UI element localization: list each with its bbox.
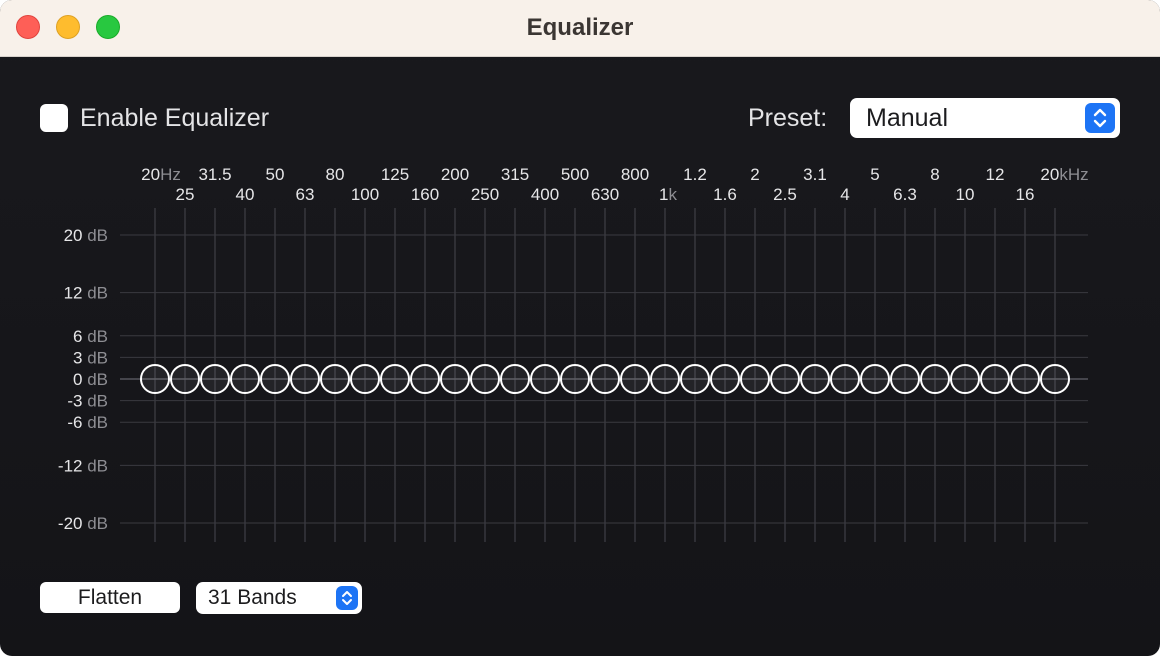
flatten-button[interactable]: Flatten — [40, 582, 180, 613]
frequency-label: 630 — [591, 185, 619, 204]
band-slider-handle[interactable] — [350, 364, 380, 394]
equalizer-graph: 20 dB 12 dB 6 dB 3 dB 0 dB -3 dB -6 dB -12 dB -2… — [58, 165, 1089, 542]
band-slider-handle[interactable] — [890, 364, 920, 394]
frequency-label: 16 — [1016, 185, 1035, 204]
band-slider-handle[interactable] — [260, 364, 290, 394]
band-slider-handle[interactable] — [620, 364, 650, 394]
band-slider-handle[interactable] — [320, 364, 350, 394]
band-slider-handle[interactable] — [530, 364, 560, 394]
frequency-label: 25 — [176, 185, 195, 204]
frequency-label: 80 — [326, 165, 345, 184]
frequency-label: 12 — [986, 165, 1005, 184]
frequency-label: 5 — [870, 165, 879, 184]
frequency-label: 10 — [956, 185, 975, 204]
band-slider-handle[interactable] — [290, 364, 320, 394]
band-slider-handle[interactable] — [680, 364, 710, 394]
db-tick-label: -6 dB — [67, 413, 108, 432]
frequency-label: 50 — [266, 165, 285, 184]
db-tick-label: -20 dB — [58, 514, 108, 533]
band-slider-handle[interactable] — [950, 364, 980, 394]
frequency-label: 400 — [531, 185, 559, 204]
bands-select[interactable]: 31 Bands — [196, 582, 362, 614]
frequency-label: 800 — [621, 165, 649, 184]
db-tick-label: -3 dB — [67, 392, 108, 411]
band-slider-handle[interactable] — [1040, 364, 1070, 394]
band-slider-handle[interactable] — [770, 364, 800, 394]
band-slider-handle[interactable] — [650, 364, 680, 394]
bands-stepper-icon — [336, 586, 358, 610]
db-tick-label: 0 dB — [73, 370, 108, 389]
db-tick-label: -12 dB — [58, 456, 108, 475]
db-tick-label: 6 dB — [73, 327, 108, 346]
frequency-label: 20Hz — [141, 165, 181, 184]
frequency-label: 3.1 — [803, 165, 827, 184]
db-tick-label: 12 dB — [64, 284, 108, 303]
band-slider-handle[interactable] — [590, 364, 620, 394]
frequency-label: 6.3 — [893, 185, 917, 204]
band-slider-handle[interactable] — [200, 364, 230, 394]
band-slider-handle[interactable] — [920, 364, 950, 394]
band-slider-handle[interactable] — [710, 364, 740, 394]
band-slider-handle[interactable] — [140, 364, 170, 394]
bands-select-value: 31 Bands — [208, 586, 297, 609]
band-slider-handle[interactable] — [980, 364, 1010, 394]
band-slider-handle[interactable] — [830, 364, 860, 394]
frequency-label: 160 — [411, 185, 439, 204]
frequency-label: 1.2 — [683, 165, 707, 184]
band-slider-handle[interactable] — [470, 364, 500, 394]
band-slider-handle[interactable] — [170, 364, 200, 394]
band-slider-handle[interactable] — [380, 364, 410, 394]
frequency-label: 200 — [441, 165, 469, 184]
frequency-label: 2 — [750, 165, 759, 184]
frequency-label: 315 — [501, 165, 529, 184]
frequency-label: 4 — [840, 185, 849, 204]
frequency-label: 20kHz — [1040, 165, 1088, 184]
band-slider-handle[interactable] — [1010, 364, 1040, 394]
frequency-label: 125 — [381, 165, 409, 184]
band-slider-handle[interactable] — [800, 364, 830, 394]
frequency-label: 250 — [471, 185, 499, 204]
band-slider-handle[interactable] — [740, 364, 770, 394]
frequency-label: 31.5 — [198, 165, 231, 184]
band-slider-handle[interactable] — [860, 364, 890, 394]
frequency-label: 500 — [561, 165, 589, 184]
frequency-label: 40 — [236, 185, 255, 204]
db-tick-label: 20 dB — [64, 226, 108, 245]
equalizer-window: Equalizer Enable Equalizer Preset: Manua… — [0, 0, 1160, 656]
frequency-label: 8 — [930, 165, 939, 184]
frequency-label: 100 — [351, 185, 379, 204]
band-slider-handle[interactable] — [500, 364, 530, 394]
frequency-label: 1k — [659, 185, 677, 204]
frequency-label: 63 — [296, 185, 315, 204]
frequency-label: 1.6 — [713, 185, 737, 204]
band-slider-handle[interactable] — [230, 364, 260, 394]
band-slider-handle[interactable] — [440, 364, 470, 394]
frequency-label: 2.5 — [773, 185, 797, 204]
band-slider-handle[interactable] — [410, 364, 440, 394]
db-tick-label: 3 dB — [73, 348, 108, 367]
band-slider-handle[interactable] — [560, 364, 590, 394]
